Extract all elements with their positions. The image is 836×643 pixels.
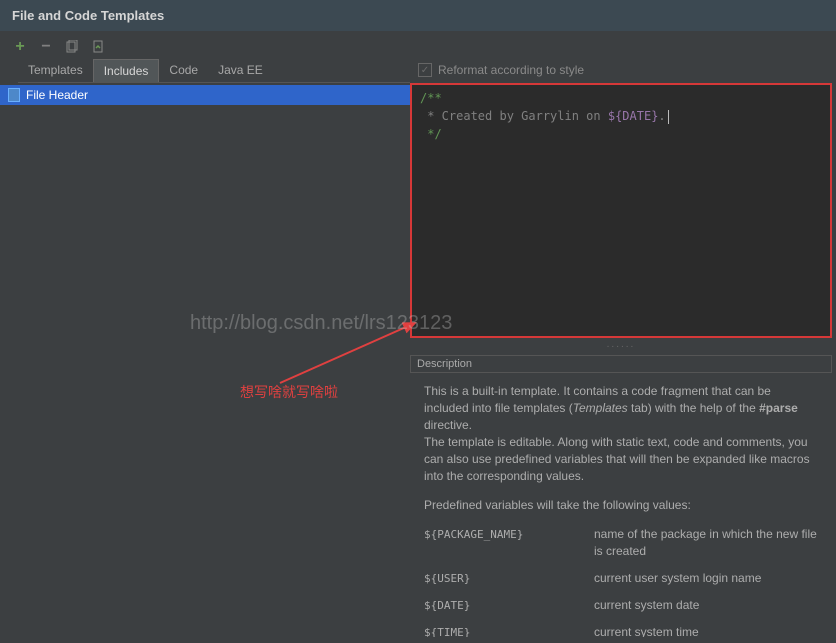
add-icon[interactable]: +: [12, 39, 28, 55]
var-name: ${DATE}: [424, 597, 594, 614]
var-name: ${USER}: [424, 570, 594, 587]
var-desc: current system date: [594, 597, 818, 614]
editor-line-3: */: [420, 127, 442, 141]
file-icon: [8, 88, 20, 102]
window-title: File and Code Templates: [0, 0, 836, 31]
right-panel: ✓ Reformat according to style /** * Crea…: [410, 59, 836, 637]
reformat-label: Reformat according to style: [438, 63, 584, 77]
tree-item-file-header[interactable]: File Header: [0, 85, 410, 105]
var-name: ${PACKAGE_NAME}: [424, 526, 594, 560]
editor-line-2-suffix: .: [658, 109, 665, 123]
tab-bar: Templates Includes Code Java EE: [18, 59, 410, 83]
remove-icon[interactable]: −: [38, 39, 54, 55]
var-row: ${USER} current user system login name: [424, 570, 818, 587]
tab-javaee[interactable]: Java EE: [208, 59, 273, 82]
toolbar: + −: [0, 31, 836, 59]
reformat-checkbox-row[interactable]: ✓ Reformat according to style: [410, 59, 832, 83]
tree-item-label: File Header: [26, 88, 88, 102]
var-name: ${TIME}: [424, 624, 594, 637]
var-desc: current system time: [594, 624, 818, 637]
editor-line-2-var: ${DATE}: [608, 109, 659, 123]
var-row: ${PACKAGE_NAME} name of the package in w…: [424, 526, 818, 560]
var-desc: current user system login name: [594, 570, 818, 587]
desc-p1c: tab) with the help of the: [628, 401, 759, 415]
tab-includes[interactable]: Includes: [93, 59, 160, 82]
desc-p1d: #parse: [759, 401, 798, 415]
description-header: Description: [410, 355, 832, 373]
text-cursor: [668, 110, 669, 124]
refresh-icon[interactable]: [90, 39, 106, 55]
resize-handle[interactable]: ......: [410, 338, 832, 351]
desc-p1e: directive.: [424, 418, 472, 432]
left-panel: Templates Includes Code Java EE File Hea…: [0, 59, 410, 637]
editor-line-2-prefix: * Created by Garrylin on: [420, 109, 608, 123]
var-desc: name of the package in which the new fil…: [594, 526, 818, 560]
editor-line-1: /**: [420, 91, 442, 105]
var-row: ${DATE} current system date: [424, 597, 818, 614]
desc-p1b: Templates: [573, 401, 628, 415]
template-editor[interactable]: /** * Created by Garrylin on ${DATE}. */: [410, 83, 832, 338]
var-row: ${TIME} current system time: [424, 624, 818, 637]
tab-templates[interactable]: Templates: [18, 59, 93, 82]
tab-code[interactable]: Code: [159, 59, 208, 82]
checkbox-icon[interactable]: ✓: [418, 63, 432, 77]
description-body: This is a built-in template. It contains…: [410, 373, 832, 637]
desc-p2: The template is editable. Along with sta…: [424, 434, 818, 485]
template-tree[interactable]: File Header: [0, 83, 410, 637]
desc-p3: Predefined variables will take the follo…: [424, 497, 818, 514]
variables-table: ${PACKAGE_NAME} name of the package in w…: [424, 526, 818, 637]
copy-icon[interactable]: [64, 39, 80, 55]
